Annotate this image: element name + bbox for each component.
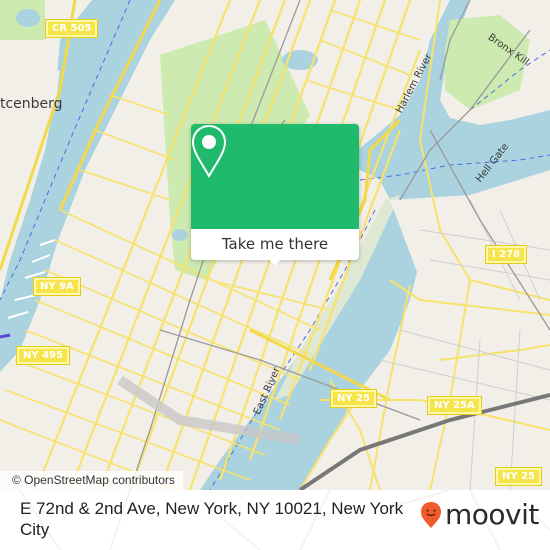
take-me-there-button[interactable]: Take me there <box>191 229 359 260</box>
moovit-logo[interactable]: moovit <box>420 498 539 531</box>
place-label-guttenberg: tcenberg <box>0 96 63 112</box>
moovit-wordmark: moovit <box>445 498 539 531</box>
footer: E 72nd & 2nd Ave, New York, NY 10021, Ne… <box>0 490 550 550</box>
route-shield-cr505: CR 505 <box>44 19 99 38</box>
map-attribution[interactable]: © OpenStreetMap contributors <box>0 471 183 490</box>
location-pin-icon <box>191 124 227 179</box>
destination-address: E 72nd & 2nd Ave, New York, NY 10021, Ne… <box>20 499 404 539</box>
moovit-pin-face-icon <box>421 501 441 528</box>
route-shield-ny25-east: NY 25 <box>494 467 543 486</box>
map-view[interactable]: tcenberg Harlem River Bronx Kill Hell Ga… <box>0 0 550 490</box>
route-shield-ny495: NY 495 <box>16 346 70 365</box>
route-shield-ny25: NY 25 <box>329 389 378 408</box>
route-shield-i278: I 278 <box>484 245 528 264</box>
location-popup: Take me there <box>191 124 359 266</box>
route-shield-ny25a: NY 25A <box>427 396 482 415</box>
popup-pointer <box>268 258 282 266</box>
popup-header <box>191 124 359 229</box>
route-shield-ny9a: NY 9A <box>33 277 81 296</box>
